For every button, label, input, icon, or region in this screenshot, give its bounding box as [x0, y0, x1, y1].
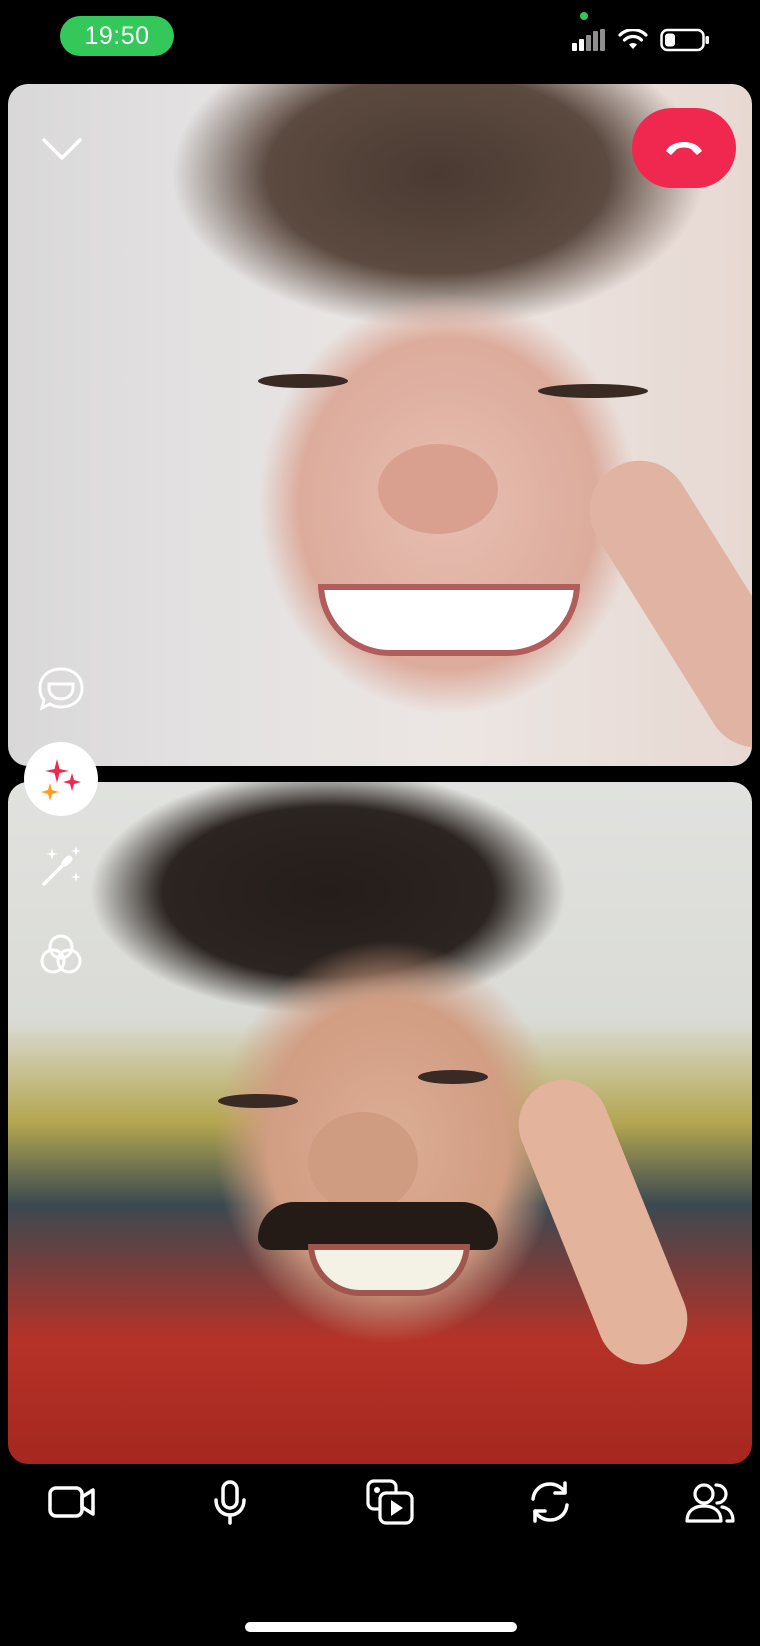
nose	[378, 444, 498, 534]
self-video-tile[interactable]	[8, 782, 752, 1464]
hang-up-icon	[666, 142, 702, 155]
effects-button[interactable]	[24, 742, 98, 816]
status-time: 19:50	[60, 16, 174, 56]
magic-wand-icon	[42, 846, 81, 886]
eye-left	[258, 374, 348, 388]
share-media-button[interactable]	[358, 1470, 422, 1534]
eye-right	[538, 384, 648, 398]
eye-right	[418, 1070, 488, 1084]
nose	[308, 1112, 418, 1212]
hand	[570, 441, 752, 766]
microphone-icon	[214, 1480, 246, 1525]
call-toolbar	[0, 1470, 760, 1540]
filters-button[interactable]	[34, 928, 88, 982]
mustache	[258, 1202, 498, 1250]
hand	[505, 1066, 701, 1378]
media-share-icon	[366, 1479, 414, 1525]
home-indicator[interactable]	[245, 1622, 517, 1632]
flip-camera-icon	[531, 1481, 569, 1523]
video-camera-icon	[48, 1486, 95, 1518]
status-bar: 19:50	[0, 0, 760, 80]
chat-bubble-icon	[38, 667, 84, 711]
chat-button[interactable]	[34, 662, 88, 716]
privacy-indicator-dot	[580, 12, 588, 20]
status-icons	[572, 28, 710, 52]
smile	[308, 1244, 470, 1296]
magic-wand-button[interactable]	[34, 840, 88, 894]
filters-icon	[40, 934, 82, 974]
microphone-toggle-button[interactable]	[198, 1470, 262, 1534]
remote-video-tile[interactable]	[8, 84, 752, 766]
participants-button[interactable]	[678, 1470, 742, 1534]
participants-icon	[685, 1483, 735, 1523]
flip-camera-button[interactable]	[518, 1470, 582, 1534]
sparkles-effects-icon	[41, 759, 81, 801]
battery-icon	[660, 28, 710, 52]
wifi-icon	[618, 29, 648, 51]
chevron-down-icon	[42, 138, 82, 160]
end-call-button[interactable]	[632, 108, 736, 188]
cellular-signal-icon	[572, 29, 606, 51]
camera-toggle-button[interactable]	[40, 1470, 104, 1534]
eye-left	[218, 1094, 298, 1108]
collapse-chevron-button[interactable]	[38, 128, 86, 168]
smile	[318, 584, 580, 656]
